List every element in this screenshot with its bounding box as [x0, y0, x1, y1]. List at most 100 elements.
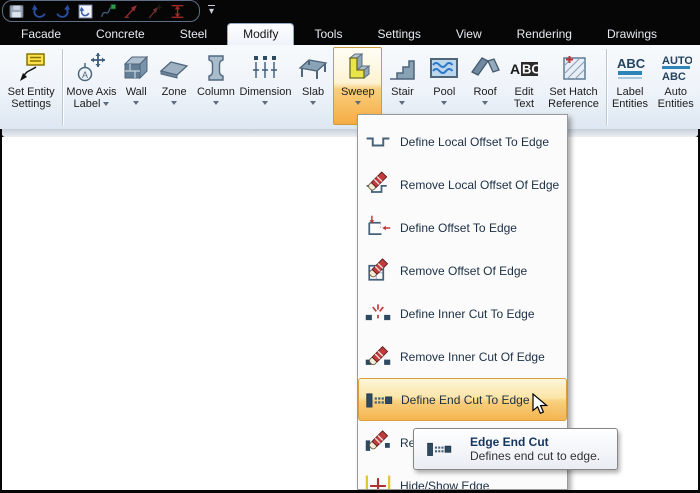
- tab-drawings[interactable]: Drawings: [592, 24, 672, 45]
- inner-cut-icon: [363, 299, 393, 329]
- quick-access-pill: [2, 0, 200, 22]
- label-entities-button[interactable]: Label Entities: [609, 47, 652, 125]
- undo-icon[interactable]: [29, 2, 49, 20]
- menu-item-label: Define End Cut To Edge: [401, 392, 530, 407]
- auto-entities-button[interactable]: Auto Entities: [651, 47, 700, 125]
- column-icon: [199, 50, 233, 86]
- offset-icon: [363, 213, 393, 243]
- edit-text-icon: [507, 50, 541, 86]
- ribbon-group-separator: [62, 49, 64, 125]
- undo-box-icon[interactable]: [75, 2, 95, 20]
- local-offset-icon: [363, 127, 393, 157]
- ribbon-button-label: Settings: [11, 98, 52, 110]
- chevron-down-icon: [482, 101, 489, 105]
- chevron-down-icon: ▾: [208, 6, 215, 17]
- dimension-button[interactable]: Dimension: [238, 47, 292, 125]
- zone-icon: [157, 50, 191, 86]
- dimension-red-icon[interactable]: [167, 2, 187, 20]
- menu-item-define-offset-to-edge[interactable]: Define Offset To Edge: [358, 206, 567, 249]
- menu-item-label: Define Inner Cut To Edge: [400, 306, 535, 321]
- ribbon-button-label: Roof: [473, 86, 497, 98]
- chevron-down-icon: [133, 101, 140, 105]
- remove-offset-icon: [363, 256, 393, 286]
- edge-end-cut-icon: [426, 436, 452, 462]
- ribbon-button-label: Move Axis: [66, 86, 117, 98]
- redo-icon[interactable]: [52, 2, 72, 20]
- set-entity-settings-button[interactable]: Set Entity Settings: [2, 47, 60, 125]
- slab-button[interactable]: Slab: [293, 47, 334, 125]
- menu-item-label: Define Local Offset To Edge: [400, 134, 549, 149]
- move-axis-label-button[interactable]: Move Axis Label: [65, 47, 117, 125]
- ribbon-button-label: Stair: [391, 86, 414, 98]
- chevron-down-icon: [212, 101, 219, 105]
- ribbon-button-label: Column: [196, 86, 235, 98]
- pool-icon: [427, 50, 461, 86]
- ribbon-button-label: Reference: [548, 98, 599, 110]
- tab-facade[interactable]: Facade: [6, 24, 76, 45]
- ribbon: Set Entity Settings Move Axis Label Wall Zone…: [0, 45, 700, 129]
- ribbon-bottom-edge: [2, 129, 698, 137]
- chevron-down-icon: [171, 101, 178, 105]
- tab-settings[interactable]: Settings: [362, 24, 435, 45]
- ribbon-button-label: Set Hatch: [549, 86, 598, 98]
- menu-item-remove-inner-cut-of-edge[interactable]: Remove Inner Cut Of Edge: [358, 335, 567, 378]
- sweep-icon: [341, 50, 375, 86]
- ribbon-group-separator: [605, 49, 607, 125]
- tab-view[interactable]: View: [441, 24, 497, 45]
- remove-end-cut-icon: [363, 428, 393, 458]
- set-entity-settings-icon: [14, 50, 48, 86]
- tooltip-title: Edge End Cut: [470, 435, 549, 449]
- ribbon-button-label: Label: [616, 86, 644, 98]
- ribbon-button-label: Auto: [664, 86, 687, 98]
- quick-access-toolbar: ▾: [0, 0, 700, 22]
- dimension-icon: [248, 50, 282, 86]
- menu-item-label: Hide/Show Edge: [400, 478, 490, 490]
- menu-item-define-local-offset-to-edge[interactable]: Define Local Offset To Edge: [358, 120, 567, 163]
- tooltip-text: Edge End Cut Defines end cut to edge.: [470, 435, 600, 463]
- add-point-icon[interactable]: [144, 2, 164, 20]
- mouse-cursor-icon: [532, 393, 549, 415]
- tooltip: Edge End Cut Defines end cut to edge.: [413, 428, 618, 470]
- hide-show-edge-icon: [363, 471, 393, 491]
- ribbon-button-label: Entities: [611, 98, 649, 110]
- tab-rendering[interactable]: Rendering: [502, 24, 587, 45]
- save-icon[interactable]: [6, 2, 26, 20]
- spline-icon[interactable]: [98, 2, 118, 20]
- tab-modify[interactable]: Modify: [227, 23, 295, 45]
- auto-entities-icon: [659, 50, 693, 86]
- ribbon-button-label: Sweep: [340, 86, 375, 98]
- label-entities-icon: [613, 50, 647, 86]
- menu-item-label: Remove Local Offset Of Edge: [400, 177, 560, 192]
- tab-tools[interactable]: Tools: [299, 24, 357, 45]
- snap-arrow-icon[interactable]: [121, 2, 141, 20]
- chevron-down-icon: [103, 102, 110, 106]
- column-button[interactable]: Column: [194, 47, 239, 125]
- application-window: ▾ Facade Concrete Steel Modify Tools Settings…: [0, 0, 700, 493]
- menu-item-define-inner-cut-to-edge[interactable]: Define Inner Cut To Edge: [358, 292, 567, 335]
- chevron-down-icon: [262, 101, 269, 105]
- remove-local-offset-icon: [363, 170, 393, 200]
- ribbon-button-label: Set Entity: [7, 86, 55, 98]
- tab-concrete[interactable]: Concrete: [81, 24, 160, 45]
- zone-button[interactable]: Zone: [155, 47, 194, 125]
- tab-steel[interactable]: Steel: [165, 24, 222, 45]
- menu-item-label: Remove Inner Cut Of Edge: [400, 349, 545, 364]
- menu-item-remove-offset-of-edge[interactable]: Remove Offset Of Edge: [358, 249, 567, 292]
- stair-icon: [385, 50, 419, 86]
- qat-overflow-button[interactable]: ▾: [208, 5, 215, 17]
- menu-item-remove-local-offset-of-edge[interactable]: Remove Local Offset Of Edge: [358, 163, 567, 206]
- end-cut-icon: [364, 385, 394, 415]
- slab-icon: [296, 50, 330, 86]
- wall-button[interactable]: Wall: [118, 47, 155, 125]
- chevron-down-icon: [441, 101, 448, 105]
- chevron-down-icon: [354, 101, 361, 105]
- tooltip-description: Defines end cut to edge.: [470, 449, 601, 463]
- ribbon-button-label: Text: [513, 98, 535, 110]
- ribbon-button-label: Edit: [514, 86, 534, 98]
- move-axis-label-icon: [75, 50, 109, 86]
- chevron-down-icon: [399, 101, 406, 105]
- ribbon-button-label: Zone: [161, 86, 187, 98]
- ribbon-button-label: Entities: [657, 98, 694, 110]
- wall-icon: [119, 50, 153, 86]
- ribbon-button-label: Wall: [125, 86, 147, 98]
